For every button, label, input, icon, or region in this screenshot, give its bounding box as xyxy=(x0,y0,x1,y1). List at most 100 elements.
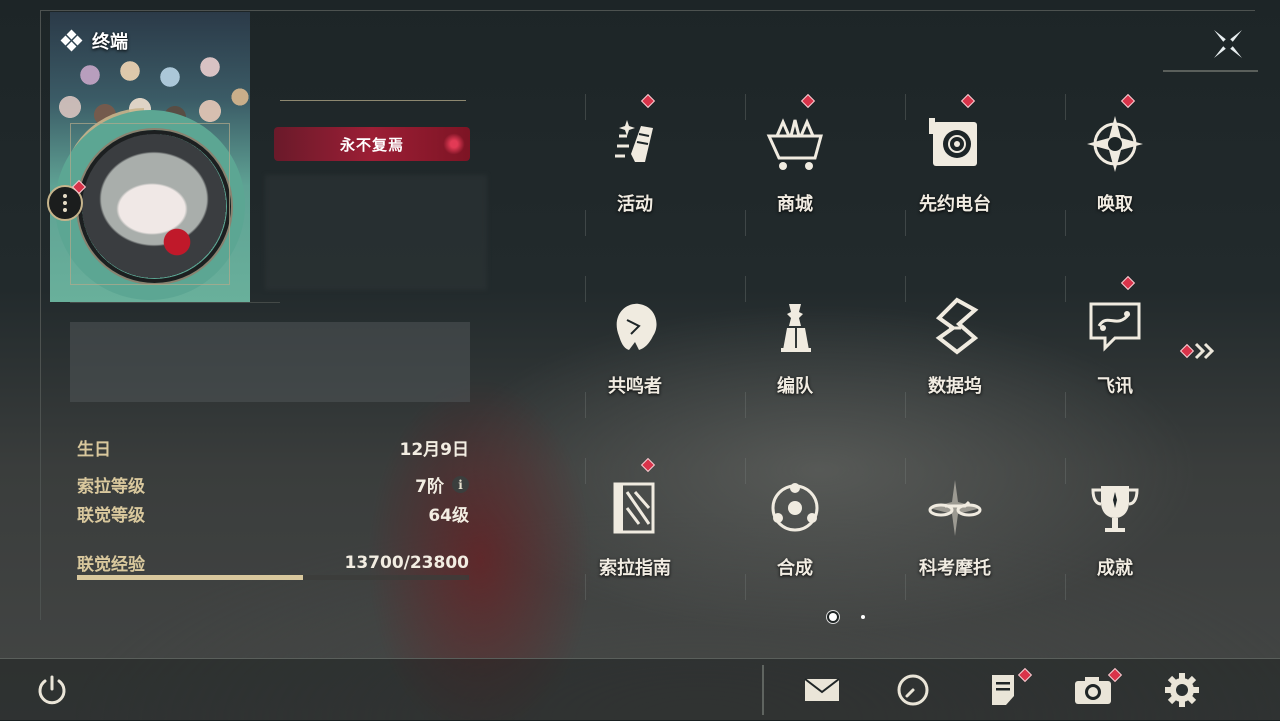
page-dot[interactable] xyxy=(861,615,865,619)
notes-button[interactable] xyxy=(983,667,1033,710)
stat-birthday: 生日 12月9日 xyxy=(77,435,469,460)
double-chevron-right-icon xyxy=(1194,342,1215,360)
grid-corner xyxy=(585,94,586,120)
menu-item-summon-compass[interactable]: 唤取 xyxy=(1035,90,1195,260)
menu-item-synthesis[interactable]: 合成 xyxy=(715,454,875,624)
stat-label: 联觉经验 xyxy=(77,555,145,575)
menu-badge xyxy=(1120,93,1136,109)
close-button[interactable] xyxy=(1208,24,1248,64)
bottom-divider xyxy=(762,665,764,715)
page-dot-active[interactable] xyxy=(829,613,837,621)
history-button[interactable] xyxy=(893,670,933,710)
menu-item-guide-book[interactable]: 索拉指南 xyxy=(555,454,715,624)
grid-corner xyxy=(745,458,746,484)
menu-item-label: 索拉指南 xyxy=(599,558,671,579)
grid-corner xyxy=(905,276,906,302)
chat-bubble-icon xyxy=(1089,302,1141,352)
page-header: 终端 xyxy=(60,28,128,54)
motorbike-icon xyxy=(928,480,982,536)
grid-corner xyxy=(585,458,586,484)
menu-item-label: 先约电台 xyxy=(919,194,991,215)
close-icon xyxy=(1214,30,1242,58)
menu-badge xyxy=(640,457,656,473)
menu-item-chat-bubble[interactable]: 飞讯 xyxy=(1035,272,1195,442)
menu-item-data-bank[interactable]: 数据坞 xyxy=(875,272,1035,442)
summon-compass-icon xyxy=(1087,116,1143,172)
terminal-icon xyxy=(60,29,83,52)
grid-corner xyxy=(745,276,746,302)
menu-item-label: 共鸣者 xyxy=(608,376,662,397)
menu-item-label: 科考摩托 xyxy=(919,558,991,579)
more-dots-icon xyxy=(63,194,67,198)
page-title: 终端 xyxy=(92,32,128,53)
mail-icon xyxy=(804,678,840,701)
activity-icon xyxy=(615,120,653,162)
stat-label: 生日 xyxy=(77,440,111,460)
stat-value: 7阶 xyxy=(415,477,444,497)
stat-union-level: 联觉等级 64级 xyxy=(77,501,469,526)
guide-book-icon xyxy=(613,482,655,534)
menu-item-label: 唤取 xyxy=(1097,194,1133,215)
power-button[interactable] xyxy=(32,670,72,710)
data-bank-icon xyxy=(935,297,979,355)
radio-icon xyxy=(929,118,977,166)
menu-item-activity[interactable]: 活动 xyxy=(555,90,715,260)
grid-corner xyxy=(905,458,906,484)
profile-separator xyxy=(70,302,280,303)
menu-item-label: 飞讯 xyxy=(1097,376,1133,397)
menu-item-label: 活动 xyxy=(617,194,653,215)
settings-gear-icon xyxy=(1165,673,1199,707)
trophy-icon xyxy=(1091,486,1139,532)
menu-item-radio[interactable]: 先约电台 xyxy=(875,90,1035,260)
power-icon xyxy=(38,675,66,705)
title-badge[interactable]: 永不复焉 xyxy=(274,127,470,161)
menu-item-label: 成就 xyxy=(1097,558,1133,579)
stat-label: 联觉等级 xyxy=(77,506,145,526)
settings-button[interactable] xyxy=(1162,670,1202,710)
menu-badge xyxy=(800,93,816,109)
info-icon[interactable]: i xyxy=(452,476,469,493)
stat-union-exp: 联觉经验 13700/23800 xyxy=(77,550,470,576)
menu-badge xyxy=(1120,275,1136,291)
menu-item-shop-cart[interactable]: 商城 xyxy=(715,90,875,260)
frame-left-line xyxy=(40,10,41,620)
exp-progress-bar xyxy=(77,575,469,580)
stat-value: 12月9日 xyxy=(399,440,470,460)
shop-cart-icon xyxy=(766,118,823,170)
stat-value: 13700/23800 xyxy=(344,552,470,573)
stat-sola-level: 索拉等级 7阶 i xyxy=(77,472,469,497)
frame-right-line xyxy=(1163,70,1258,72)
title-badge-label: 永不复焉 xyxy=(339,135,404,154)
frame-top-line xyxy=(40,10,1255,11)
menu-item-label: 商城 xyxy=(777,194,813,215)
grid-corner xyxy=(585,276,586,302)
grid-corner xyxy=(745,94,746,120)
resonator-head-icon xyxy=(616,303,657,350)
menu-item-team-chess[interactable]: 编队 xyxy=(715,272,875,442)
next-page-button[interactable] xyxy=(1179,340,1222,362)
grid-corner xyxy=(1065,458,1066,484)
grid-corner xyxy=(905,94,906,120)
exp-progress-fill xyxy=(77,575,303,580)
menu-badge xyxy=(960,93,976,109)
stat-value: 64级 xyxy=(428,506,469,526)
grid-corner xyxy=(1065,94,1066,120)
menu-item-label: 合成 xyxy=(777,558,813,579)
camera-button[interactable] xyxy=(1073,667,1123,710)
grid-corner xyxy=(1065,276,1066,302)
menu-item-trophy[interactable]: 成就 xyxy=(1035,454,1195,624)
signature-blurred xyxy=(70,322,470,402)
menu-badge xyxy=(640,93,656,109)
player-info-blurred xyxy=(265,175,487,290)
avatar[interactable] xyxy=(78,130,231,283)
team-chess-icon xyxy=(781,304,811,352)
mail-button[interactable] xyxy=(802,670,842,710)
menu-item-label: 数据坞 xyxy=(928,376,982,397)
menu-item-motorbike[interactable]: 科考摩托 xyxy=(875,454,1035,624)
menu-item-label: 编队 xyxy=(777,376,813,397)
name-underline xyxy=(280,100,466,101)
clock-icon xyxy=(897,674,929,706)
menu-item-resonator-head[interactable]: 共鸣者 xyxy=(555,272,715,442)
synthesis-icon xyxy=(771,483,819,532)
camera-icon xyxy=(1075,677,1111,704)
